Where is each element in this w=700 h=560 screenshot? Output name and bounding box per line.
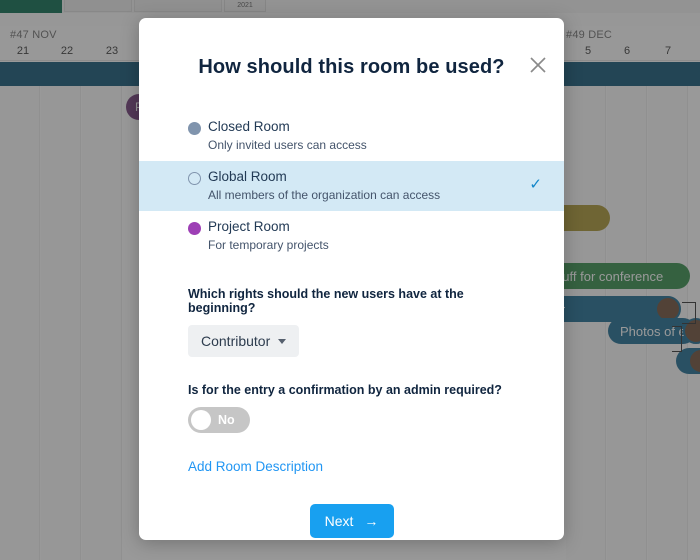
option-project-room-subtitle: For temporary projects (208, 238, 329, 252)
arrow-right-icon: → (364, 513, 379, 529)
add-room-description-link[interactable]: Add Room Description (139, 459, 372, 474)
page-title: How should this room be used? (198, 56, 505, 78)
next-button-wrap: Next → (139, 504, 564, 538)
option-closed-room-title: Closed Room (208, 119, 290, 134)
option-global-room[interactable]: Global Room All members of the organizat… (139, 161, 564, 211)
option-global-room-subtitle: All members of the organization can acce… (208, 188, 441, 202)
rights-section: Which rights should the new users have a… (139, 287, 564, 357)
confirmation-section: Is for the entry a confirmation by an ad… (139, 383, 564, 433)
rights-dropdown-value: Contributor (201, 333, 271, 349)
radio-dot-icon (188, 172, 201, 185)
room-type-options: Closed Room Only invited users can acces… (139, 111, 564, 261)
option-closed-room[interactable]: Closed Room Only invited users can acces… (139, 111, 564, 161)
radio-dot-icon (188, 122, 201, 135)
radio-dot-icon (188, 222, 201, 235)
option-project-room[interactable]: Project Room For temporary projects (139, 211, 564, 261)
check-icon: ✓ (529, 176, 542, 193)
next-button[interactable]: Next → (309, 504, 394, 538)
next-button-label: Next (324, 513, 354, 529)
toggle-knob (191, 410, 211, 430)
option-closed-room-subtitle: Only invited users can access (208, 138, 367, 152)
confirmation-question-label: Is for the entry a confirmation by an ad… (188, 383, 502, 397)
rights-question-label: Which rights should the new users have a… (188, 287, 464, 315)
option-project-room-title: Project Room (208, 219, 290, 234)
room-usage-modal: How should this room be used? Closed Roo… (139, 18, 564, 540)
toggle-value-label: No (218, 413, 235, 427)
rights-dropdown[interactable]: Contributor (188, 325, 300, 357)
close-icon[interactable] (527, 54, 549, 76)
chevron-down-icon (278, 338, 287, 344)
option-global-room-title: Global Room (208, 169, 287, 184)
admin-confirmation-toggle[interactable]: No (188, 407, 250, 433)
